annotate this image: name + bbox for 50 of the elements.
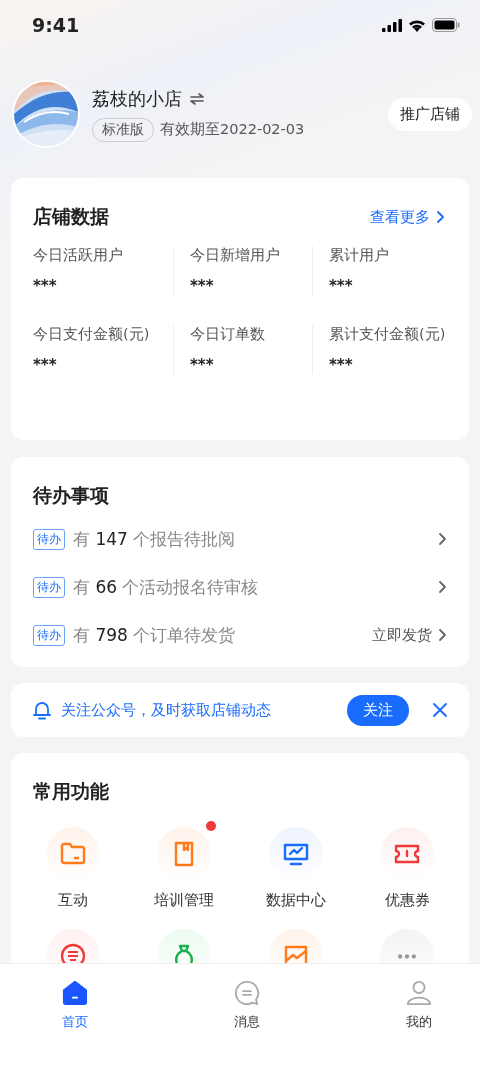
clock-time: 9:41 [32,14,80,36]
swap-icon[interactable] [190,92,204,105]
chat-bubble-icon [233,980,261,1006]
view-more-link[interactable]: 查看更多 [370,207,445,227]
more-icon [398,953,417,959]
battery-icon [432,18,460,32]
chevron-icon [438,628,447,642]
function-label[interactable]: 优惠券 [384,891,430,910]
chevron-icon [438,580,447,594]
signal-icon [382,18,402,32]
metric-value: *** [33,277,58,295]
metric-label: 累计支付金额(元) [329,325,447,344]
function-label[interactable]: 互动 [57,891,88,910]
metric-label: 今日支付金额(元) [33,325,151,344]
card-title: 店铺数据 [33,204,109,229]
card-title: 常用功能 [33,779,110,804]
chevron-icon [436,210,445,224]
todo-text: 有 66 个活动报名待审核 [73,575,260,599]
promote-store-button[interactable]: 推广店铺 [388,97,472,131]
card-title: 待办事项 [33,483,110,508]
person-icon [405,980,433,1006]
tab[interactable]: 消息 [212,964,282,1032]
metric-value: *** [33,356,58,374]
todo-text: 有 798 个订单待发货 [73,623,237,647]
chevron-icon [438,532,447,546]
tab[interactable]: 首页 [40,964,110,1032]
function-label[interactable]: 数据中心 [265,891,326,910]
todo-badge: 待办 [33,576,65,598]
metric-value: *** [329,277,354,295]
follow-prompt: 关注公众号，及时获取店铺动态 [61,700,272,720]
metric-value: *** [329,356,354,374]
expiry-date: 有效期至2022-02-03 [160,120,305,139]
function-label[interactable]: 培训管理 [154,891,215,910]
metric-value: *** [190,277,215,295]
todo-badge: 待办 [33,528,65,550]
todo-badge: 待办 [33,624,65,646]
close-icon[interactable] [433,703,447,717]
shop-name: 荔枝的小店 [92,86,182,111]
wifi-icon [408,18,426,32]
metric-label: 今日新增用户 [190,246,281,265]
ship-now-link[interactable]: 立即发货 [372,625,447,645]
home-icon [61,980,89,1006]
metric-label: 今日活跃用户 [33,246,124,265]
todo-text: 有 147 个报告待批阅 [73,527,237,551]
follow-button[interactable]: 关注 [347,694,409,726]
tab[interactable]: 我的 [384,964,454,1032]
metric-value: *** [190,356,215,374]
metric-label: 今日订单数 [190,325,266,344]
bell-icon [33,700,51,720]
metric-label: 累计用户 [329,246,390,265]
